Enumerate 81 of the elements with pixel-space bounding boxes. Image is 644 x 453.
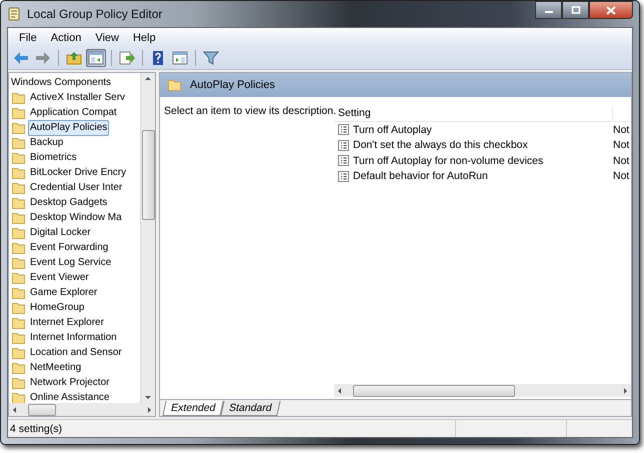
- pane-title: AutoPlay Policies: [190, 79, 275, 91]
- pane-button[interactable]: [170, 49, 190, 67]
- folder-icon: [12, 136, 26, 148]
- setting-icon: [338, 170, 349, 182]
- tree-item[interactable]: Event Log Service: [28, 254, 114, 270]
- folder-icon: [12, 302, 26, 314]
- folder-icon: [12, 332, 26, 344]
- folder-icon: [12, 376, 26, 388]
- tree-item[interactable]: Internet Information: [28, 330, 119, 346]
- tree-item[interactable]: Online Assistance: [28, 390, 112, 403]
- tab[interactable]: Extended: [162, 401, 224, 416]
- folder-icon: [12, 212, 26, 224]
- scrollbar[interactable]: [334, 384, 631, 397]
- tree-item[interactable]: BitLocker Drive Encry: [28, 164, 128, 180]
- scrollbar[interactable]: [9, 403, 155, 416]
- tree-item[interactable]: ActiveX Installer Serv: [28, 90, 128, 106]
- tree-item[interactable]: Internet Explorer: [28, 314, 106, 330]
- status-text: 4 setting(s): [9, 422, 62, 434]
- description-text: Select an item to view its description.: [164, 105, 336, 117]
- maximize-button[interactable]: [562, 1, 589, 19]
- setting-cell[interactable]: Turn off Autoplay for non-volume devices: [353, 154, 609, 167]
- export-button[interactable]: [117, 49, 137, 67]
- state-cell-text: Not: [613, 154, 630, 167]
- folder-icon: [12, 106, 26, 118]
- tree-item[interactable]: Event Viewer: [28, 270, 91, 286]
- tree-item[interactable]: Windows Components: [9, 75, 140, 90]
- up-folder-button[interactable]: [64, 49, 84, 67]
- window-title: Local Group Policy Editor: [27, 7, 162, 21]
- tree-item[interactable]: Event Forwarding: [28, 240, 110, 256]
- folder-icon: [12, 286, 26, 298]
- column-header[interactable]: Setting: [334, 107, 613, 119]
- tree-item[interactable]: Desktop Window Ma: [28, 210, 124, 226]
- setting-cell[interactable]: Default behavior for AutoRun: [353, 170, 609, 182]
- folder-icon: [12, 196, 26, 208]
- forward-button[interactable]: [33, 49, 53, 67]
- setting-cell[interactable]: Turn off Autoplay: [353, 124, 609, 136]
- show-tree-button[interactable]: [86, 49, 106, 67]
- tree-item[interactable]: Backup: [28, 134, 66, 150]
- folder-icon: [12, 256, 26, 268]
- folder-icon: [12, 92, 26, 104]
- minimize-button[interactable]: [535, 1, 562, 19]
- menu-item[interactable]: File: [12, 32, 44, 44]
- state-cell-text: Not: [613, 170, 630, 182]
- tree-item[interactable]: Game Explorer: [28, 284, 100, 300]
- filter-button[interactable]: [201, 49, 221, 67]
- folder-icon: [12, 152, 26, 164]
- setting-cell[interactable]: Don't set the always do this checkbox: [353, 139, 609, 152]
- setting-icon: [338, 155, 349, 166]
- tree-item[interactable]: Application Compat: [28, 104, 119, 120]
- setting-icon: [338, 124, 349, 136]
- state-cell-text: Not: [613, 124, 630, 136]
- tree-item[interactable]: AutoPlay Policies: [28, 120, 110, 136]
- scroll-icon: [7, 7, 21, 21]
- setting-icon: [338, 140, 349, 151]
- close-icon: [606, 6, 616, 14]
- folder-icon: [168, 79, 182, 91]
- folder-icon: [12, 272, 26, 284]
- tree-item[interactable]: NetMeeting: [28, 360, 84, 376]
- folder-icon: [12, 166, 26, 178]
- tree-item[interactable]: Desktop Gadgets: [28, 194, 110, 210]
- folder-icon: [12, 226, 26, 238]
- tree-item[interactable]: Location and Sensor: [28, 344, 124, 360]
- menu-item[interactable]: View: [88, 32, 126, 44]
- folder-icon: [12, 362, 26, 374]
- tree-item[interactable]: Biometrics: [28, 150, 79, 166]
- tree-item[interactable]: HomeGroup: [28, 300, 86, 316]
- folder-icon: [12, 316, 26, 328]
- tree-item[interactable]: Network Projector: [28, 374, 112, 390]
- menu-item[interactable]: Help: [126, 32, 163, 44]
- state-cell-text: Not: [613, 139, 630, 152]
- folder-icon: [12, 122, 26, 134]
- folder-icon: [12, 346, 26, 358]
- maximize-icon: [570, 6, 580, 14]
- tree-item[interactable]: Credential User Inter: [28, 180, 124, 196]
- folder-icon: [12, 182, 26, 194]
- folder-icon: [12, 242, 26, 254]
- tree-item[interactable]: Digital Locker: [28, 224, 93, 240]
- menu-item[interactable]: Action: [44, 32, 88, 44]
- scrollbar[interactable]: [140, 73, 155, 403]
- close-button[interactable]: [589, 1, 633, 19]
- tab[interactable]: Standard: [220, 401, 281, 416]
